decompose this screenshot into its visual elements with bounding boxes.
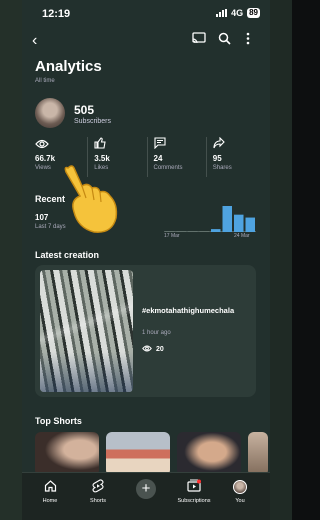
- video-title: #ekmotahathighumechala: [142, 306, 235, 315]
- channel-avatar: [35, 98, 65, 128]
- top-shorts-row: [35, 432, 268, 476]
- right-backdrop: [270, 0, 292, 520]
- short-thumbnail[interactable]: [177, 432, 241, 476]
- status-indicators: 4G 89: [216, 8, 260, 18]
- top-app-bar: ‹: [22, 30, 270, 52]
- chart-bar-18-mar: [176, 231, 186, 232]
- tab-shorts[interactable]: Shorts: [78, 479, 118, 504]
- comments-label: Comments: [153, 165, 183, 171]
- chart-start-date: 17 Mar: [164, 233, 180, 239]
- comment-icon: [153, 137, 206, 153]
- tab-you-label: You: [235, 498, 245, 504]
- top-shorts-title: Top Shorts: [35, 416, 82, 426]
- video-age: 1 hour ago: [142, 330, 171, 336]
- recent-views-value: 107: [35, 213, 49, 222]
- home-icon: [30, 479, 70, 495]
- tab-subscriptions[interactable]: Subscriptions: [172, 479, 216, 504]
- tab-home[interactable]: Home: [30, 479, 70, 504]
- chart-bar-22-mar: [222, 206, 232, 232]
- video-views-count: 20: [156, 346, 164, 353]
- chart-bar-23-mar: [234, 214, 244, 232]
- left-backdrop: [0, 0, 22, 520]
- status-time: 12:19: [42, 8, 71, 20]
- comments-value: 24: [153, 154, 163, 163]
- chart-bar-20-mar: [199, 231, 209, 232]
- shares-label: Shares: [212, 165, 232, 171]
- status-bar: 12:19 4G 89: [22, 6, 270, 24]
- battery-icon: 89: [247, 8, 260, 18]
- you-avatar: [233, 480, 247, 494]
- shares-value: 95: [212, 154, 222, 163]
- chart-end-date: 24 Mar: [234, 233, 250, 239]
- analytics-screen: 12:19 4G 89 ‹ Analytics All time 505 Sub…: [22, 0, 270, 520]
- subscriber-label: Subscribers: [74, 118, 111, 125]
- search-icon[interactable]: [218, 32, 231, 48]
- pointing-hand-icon: [64, 165, 118, 233]
- back-arrow-icon[interactable]: ‹: [32, 32, 37, 50]
- bottom-navigation: Home Shorts + Subscriptions You: [22, 472, 270, 520]
- subscriptions-icon: [172, 479, 216, 495]
- eye-icon: [35, 137, 87, 153]
- latest-creation-card[interactable]: #ekmotahathighumechala 1 hour ago 20: [35, 265, 256, 397]
- signal-icon: [216, 9, 228, 17]
- share-icon: [213, 136, 265, 153]
- recent-views-chart: [164, 206, 256, 232]
- thumbs-up-icon: [94, 137, 146, 153]
- chart-bar-24-mar: [245, 217, 255, 232]
- chart-bar-17-mar: [165, 231, 175, 232]
- tab-you[interactable]: You: [220, 479, 260, 504]
- latest-creation-title: Latest creation: [35, 250, 100, 260]
- short-thumbnail[interactable]: [106, 432, 170, 476]
- page-title: Analytics: [35, 58, 102, 75]
- tab-subscriptions-label: Subscriptions: [177, 498, 211, 504]
- video-thumbnail[interactable]: [40, 270, 133, 392]
- date-range-label: All time: [35, 78, 55, 84]
- more-options-icon[interactable]: [245, 32, 251, 48]
- eye-icon: [142, 345, 152, 354]
- chart-bar-19-mar: [188, 231, 198, 232]
- short-thumbnail[interactable]: [35, 432, 99, 476]
- short-thumbnail[interactable]: [248, 432, 268, 476]
- tab-home-label: Home: [42, 498, 58, 504]
- subscriber-count: 505: [74, 103, 95, 117]
- network-type: 4G: [231, 8, 244, 18]
- metric-comments[interactable]: 24 Comments: [146, 137, 206, 177]
- cast-icon[interactable]: [192, 32, 206, 47]
- shorts-icon: [78, 479, 118, 495]
- chart-bar-21-mar: [211, 229, 221, 232]
- metric-shares[interactable]: 95 Shares: [205, 136, 265, 177]
- tab-shorts-label: Shorts: [90, 498, 106, 504]
- video-views: 20: [142, 345, 164, 354]
- create-plus-button[interactable]: +: [136, 479, 156, 499]
